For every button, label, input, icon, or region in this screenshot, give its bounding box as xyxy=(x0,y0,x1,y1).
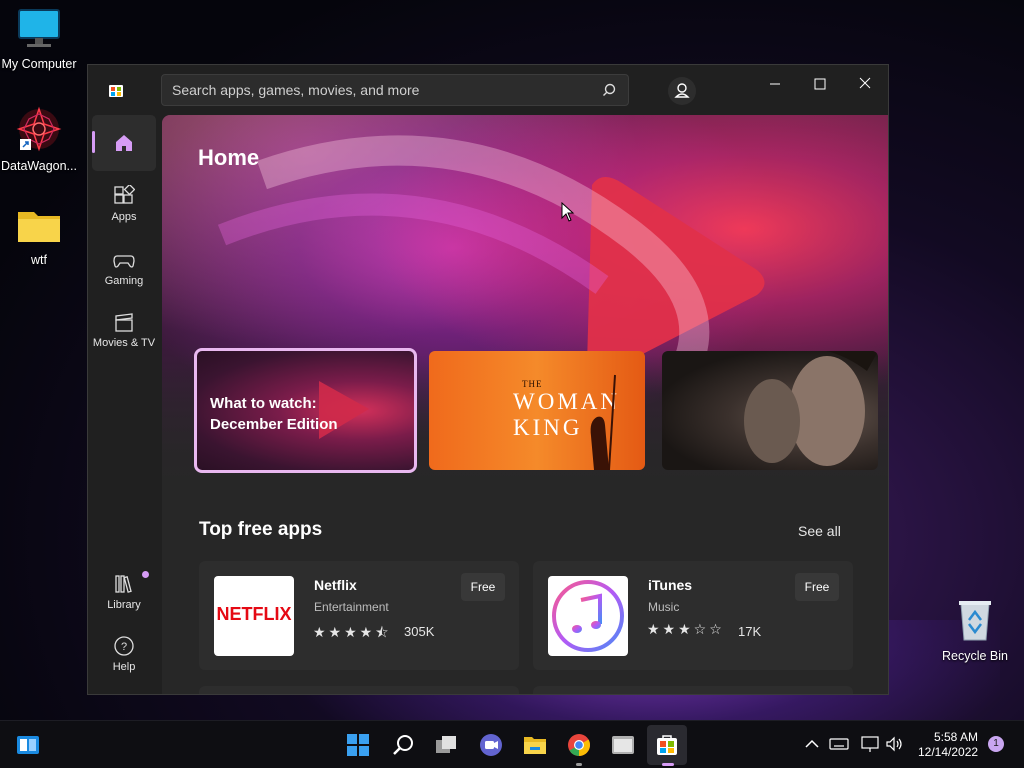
hero-card-line2: December Edition xyxy=(210,416,338,433)
app-category: Entertainment xyxy=(314,600,389,614)
search-icon[interactable] xyxy=(391,733,415,757)
recycle-bin-icon xyxy=(959,601,991,641)
search-input[interactable]: Search apps, games, movies, and more xyxy=(161,74,629,106)
datawagon-shortcut-icon xyxy=(16,106,62,152)
sidebar-item-movies-tv[interactable]: Movies & TV xyxy=(92,311,156,349)
teams-chat-icon[interactable] xyxy=(479,733,503,757)
netflix-logo: NETFLIX xyxy=(214,576,294,656)
minimize-button[interactable] xyxy=(759,73,791,95)
game-characters-art xyxy=(744,351,878,466)
app-name: Netflix xyxy=(314,577,357,593)
close-button[interactable] xyxy=(849,73,881,95)
desktop-icon-wtf-folder[interactable]: wtf xyxy=(0,206,81,267)
maximize-button[interactable] xyxy=(804,73,836,95)
hero-card-woman-king[interactable]: THE WOMAN KING xyxy=(429,351,645,470)
page-title: Home xyxy=(198,145,260,170)
sidebar-item-help[interactable]: ? Help xyxy=(92,635,156,673)
get-free-button[interactable]: Free xyxy=(461,573,505,601)
store-logo-icon xyxy=(109,85,123,97)
task-view-icon[interactable] xyxy=(434,733,458,757)
clock-date: 12/14/2022 xyxy=(918,745,979,759)
chrome-icon[interactable] xyxy=(567,733,591,757)
desktop-icon-recycle-bin[interactable]: Recycle Bin xyxy=(933,598,1017,663)
microsoft-store-window: Search apps, games, movies, and more App… xyxy=(87,64,889,695)
gamepad-icon xyxy=(113,255,135,268)
music-note-icon xyxy=(552,580,624,652)
ratings-count: 17K xyxy=(738,624,762,639)
sidebar-item-apps[interactable]: Apps xyxy=(92,185,156,223)
volume-icon[interactable] xyxy=(885,735,905,753)
file-explorer-icon[interactable] xyxy=(523,733,547,757)
main-content: Home What to watch: December Edition THE… xyxy=(162,115,888,694)
svg-text:?: ? xyxy=(121,641,127,653)
hero-card-game[interactable] xyxy=(662,351,878,470)
apps-icon xyxy=(114,185,135,204)
desktop-icon-my-computer[interactable]: My Computer xyxy=(0,8,81,71)
folder-icon xyxy=(18,212,60,242)
running-indicator xyxy=(576,763,582,766)
home-icon xyxy=(116,135,132,151)
warrior-silhouette xyxy=(590,374,616,470)
sidebar-item-home[interactable] xyxy=(92,115,156,171)
network-icon[interactable] xyxy=(860,735,880,753)
chevron-up-icon[interactable] xyxy=(802,735,822,753)
library-icon xyxy=(115,575,132,593)
sidebar-item-library[interactable]: Library xyxy=(92,571,156,611)
start-icon[interactable] xyxy=(346,733,370,757)
desktop-icon-label: DataWagon... xyxy=(1,159,77,173)
sidebar-item-label: Help xyxy=(112,661,136,673)
sidebar-item-label: Apps xyxy=(111,211,137,223)
see-all-link[interactable]: See all xyxy=(798,523,841,539)
app-name: iTunes xyxy=(648,577,693,593)
keyboard-icon[interactable] xyxy=(829,735,849,753)
itunes-logo xyxy=(548,576,628,656)
get-free-button[interactable]: Free xyxy=(795,573,839,601)
ratings-count: 305K xyxy=(404,624,435,639)
sidebar-item-gaming[interactable]: Gaming xyxy=(92,249,156,287)
star-rating: ★★★☆☆ xyxy=(647,622,725,638)
clock-time: 5:58 AM xyxy=(933,730,978,744)
monitor-icon xyxy=(18,9,60,47)
taskbar: 5:58 AM 12/14/2022 xyxy=(0,720,1024,768)
mouse-cursor-icon xyxy=(561,202,575,222)
title-bar: Search apps, games, movies, and more xyxy=(88,65,888,115)
app-card-itunes[interactable]: iTunes Music Free ★★★☆☆ 17K xyxy=(533,561,853,670)
desktop-icon-label: Recycle Bin xyxy=(942,649,1008,663)
desktop-icon-label: My Computer xyxy=(1,57,77,71)
sidebar-item-label: Library xyxy=(107,599,141,611)
section-title: Top free apps xyxy=(199,519,323,540)
app-category: Music xyxy=(648,600,680,614)
account-button[interactable] xyxy=(668,77,696,105)
active-indicator xyxy=(662,763,674,766)
star-rating: ★★★★⯪ xyxy=(313,625,392,641)
hero-card-what-to-watch[interactable]: What to watch: December Edition xyxy=(194,348,417,473)
library-update-dot xyxy=(142,571,149,578)
store-taskbar-icon[interactable] xyxy=(655,733,679,757)
search-placeholder: Search apps, games, movies, and more xyxy=(172,82,420,98)
desktop-icon-datawagon[interactable]: DataWagon... xyxy=(0,106,81,173)
sidebar-item-label: Gaming xyxy=(104,275,144,287)
clapperboard-icon xyxy=(115,313,133,332)
app-card-partial[interactable] xyxy=(199,686,519,694)
system-clock[interactable]: 5:58 AM 12/14/2022 xyxy=(918,730,978,760)
app-card-netflix[interactable]: NETFLIX Netflix Entertainment Free ★★★★⯪… xyxy=(199,561,519,670)
app-window-icon[interactable] xyxy=(611,733,635,757)
help-icon: ? xyxy=(114,636,134,656)
user-icon xyxy=(674,83,690,98)
hero-card-line1: What to watch: xyxy=(210,395,317,412)
netflix-logo-text: NETFLIX xyxy=(216,604,292,624)
app-card-partial[interactable] xyxy=(533,686,853,694)
desktop-icon-label: wtf xyxy=(31,253,47,267)
sidebar-item-label: Movies & TV xyxy=(92,337,156,349)
search-icon[interactable] xyxy=(602,83,616,97)
show-desktop-widget-icon[interactable] xyxy=(16,733,40,757)
notification-badge[interactable]: 1 xyxy=(988,736,1004,752)
